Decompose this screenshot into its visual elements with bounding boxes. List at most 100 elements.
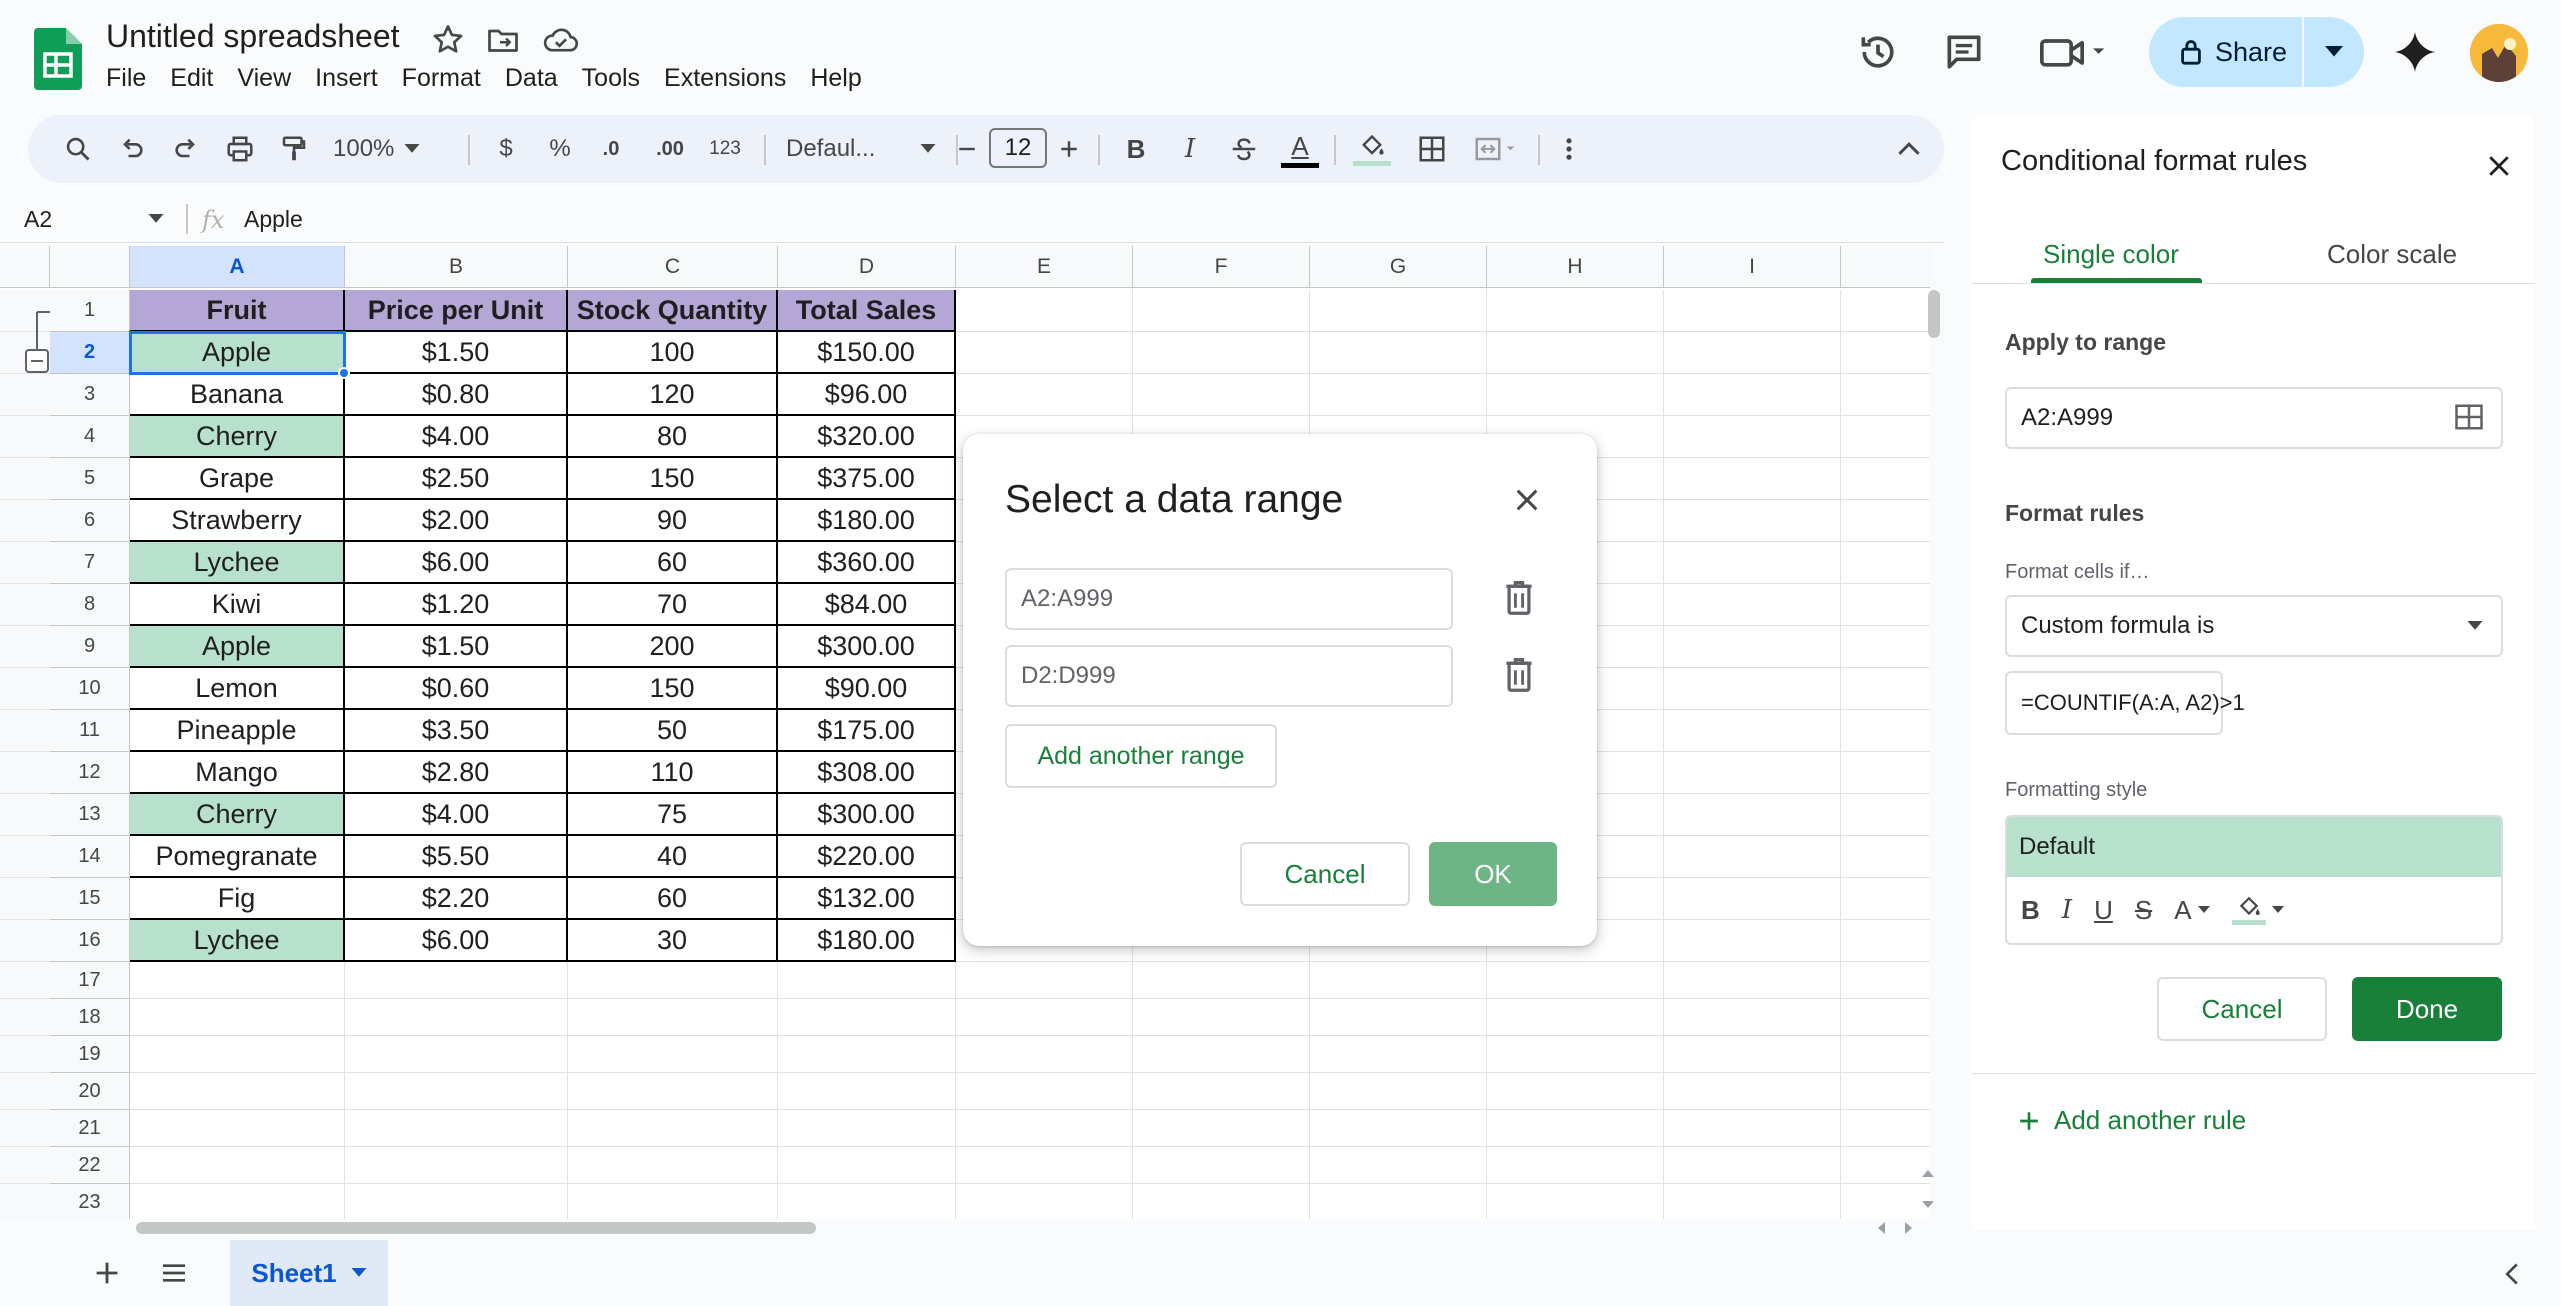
star-icon[interactable] <box>430 22 466 58</box>
dialog-cancel-button[interactable]: Cancel <box>1240 842 1410 906</box>
table-cell[interactable]: $320.00 <box>778 416 956 458</box>
table-cell[interactable]: Fig <box>130 878 345 920</box>
table-cell[interactable]: Strawberry <box>130 500 345 542</box>
panel-cancel-button[interactable]: Cancel <box>2157 977 2327 1041</box>
row-header-9[interactable]: 9 <box>50 626 130 668</box>
table-cell[interactable]: 80 <box>568 416 778 458</box>
table-cell[interactable]: $90.00 <box>778 668 956 710</box>
add-another-rule-button[interactable]: Add another rule <box>2018 1105 2246 1136</box>
row-header-22[interactable]: 22 <box>50 1147 130 1184</box>
range-input-2[interactable]: D2:D999 <box>1005 645 1453 707</box>
grid-cell[interactable] <box>1664 752 1841 794</box>
style-bold-button[interactable]: B <box>2021 895 2040 926</box>
menu-tools[interactable]: Tools <box>582 64 654 93</box>
gemini-sparkle-icon[interactable] <box>2393 30 2437 74</box>
table-cell[interactable]: $4.00 <box>345 794 568 836</box>
grid-cell[interactable] <box>345 1110 568 1147</box>
dialog-ok-button[interactable]: OK <box>1429 842 1557 906</box>
table-cell[interactable]: Pineapple <box>130 710 345 752</box>
table-cell[interactable]: $175.00 <box>778 710 956 752</box>
table-cell[interactable]: 60 <box>568 542 778 584</box>
more-formats-button[interactable]: 123 <box>700 127 750 171</box>
name-box[interactable]: A2 <box>24 206 52 233</box>
grid-cell[interactable] <box>1133 290 1310 332</box>
table-cell[interactable]: 50 <box>568 710 778 752</box>
row-header-2[interactable]: 2 <box>50 332 130 374</box>
grid-cell[interactable] <box>956 374 1133 416</box>
row-header-19[interactable]: 19 <box>50 1036 130 1073</box>
grid-cell[interactable] <box>568 999 778 1036</box>
table-cell[interactable]: $96.00 <box>778 374 956 416</box>
table-cell[interactable]: 150 <box>568 668 778 710</box>
grid-cell[interactable] <box>568 1036 778 1073</box>
increase-font-size-icon[interactable] <box>1052 127 1086 171</box>
row-header-14[interactable]: 14 <box>50 836 130 878</box>
grid-cell[interactable] <box>568 1184 778 1219</box>
table-cell[interactable]: Lemon <box>130 668 345 710</box>
grid-cell[interactable] <box>568 1073 778 1110</box>
grid-cell[interactable] <box>1664 710 1841 752</box>
custom-formula-input[interactable]: =COUNTIF(A:A, A2)>1 <box>2005 671 2245 735</box>
more-options-icon[interactable] <box>1552 127 1586 171</box>
grid-cell[interactable] <box>956 1147 1133 1184</box>
row-header-10[interactable]: 10 <box>50 668 130 710</box>
column-header-f[interactable]: F <box>1133 246 1310 288</box>
table-cell[interactable]: Mango <box>130 752 345 794</box>
grid-cell[interactable] <box>956 1036 1133 1073</box>
table-cell[interactable]: $180.00 <box>778 920 956 962</box>
grid-cell[interactable] <box>130 1073 345 1110</box>
row-header-16[interactable]: 16 <box>50 920 130 962</box>
menu-help[interactable]: Help <box>810 64 875 93</box>
grid-cell[interactable] <box>1487 999 1664 1036</box>
row-header-5[interactable]: 5 <box>50 458 130 500</box>
grid-cell[interactable] <box>345 1147 568 1184</box>
table-cell[interactable]: $5.50 <box>345 836 568 878</box>
grid-cell[interactable] <box>1487 962 1664 999</box>
table-cell[interactable]: $360.00 <box>778 542 956 584</box>
font-select[interactable]: Defaul... <box>776 127 946 171</box>
grid-cell[interactable] <box>956 290 1133 332</box>
table-cell[interactable]: $2.20 <box>345 878 568 920</box>
table-cell[interactable]: $0.80 <box>345 374 568 416</box>
table-cell[interactable]: $84.00 <box>778 584 956 626</box>
row-header-21[interactable]: 21 <box>50 1110 130 1147</box>
row-header-4[interactable]: 4 <box>50 416 130 458</box>
grid-cell[interactable] <box>1133 1110 1310 1147</box>
grid-cell[interactable] <box>1133 999 1310 1036</box>
decrease-decimal-button[interactable]: .0 <box>588 127 634 171</box>
fill-handle[interactable] <box>338 367 350 379</box>
scroll-left-icon[interactable] <box>1876 1222 1886 1234</box>
table-cell[interactable]: $4.00 <box>345 416 568 458</box>
grid-cell[interactable] <box>1664 999 1841 1036</box>
style-underline-button[interactable]: U <box>2094 895 2113 926</box>
style-italic-button[interactable]: I <box>2062 895 2072 925</box>
grid-cell[interactable] <box>1133 374 1310 416</box>
table-cell[interactable]: Banana <box>130 374 345 416</box>
table-cell[interactable]: Lychee <box>130 542 345 584</box>
grid-cell[interactable] <box>1310 1110 1487 1147</box>
grid-cell[interactable] <box>956 332 1133 374</box>
grid-cell[interactable] <box>1664 836 1841 878</box>
grid-cell[interactable] <box>130 1184 345 1219</box>
grid-cell[interactable] <box>1664 1073 1841 1110</box>
range-input-1[interactable]: A2:A999 <box>1005 568 1453 630</box>
grid-cell[interactable] <box>1487 1147 1664 1184</box>
row-header-7[interactable]: 7 <box>50 542 130 584</box>
grid-cell[interactable] <box>345 962 568 999</box>
expand-side-panel-icon[interactable] <box>2504 1262 2520 1286</box>
table-cell[interactable]: $3.50 <box>345 710 568 752</box>
column-header-a[interactable]: A <box>130 246 345 288</box>
format-percent-button[interactable]: % <box>542 127 578 171</box>
table-cell[interactable]: $375.00 <box>778 458 956 500</box>
column-header-g[interactable]: G <box>1310 246 1487 288</box>
menu-format[interactable]: Format <box>402 64 495 93</box>
grid-cell[interactable] <box>1310 1073 1487 1110</box>
grid-cell[interactable] <box>1664 458 1841 500</box>
table-cell[interactable]: Cherry <box>130 416 345 458</box>
menu-view[interactable]: View <box>237 64 305 93</box>
table-cell[interactable]: 70 <box>568 584 778 626</box>
row-header-15[interactable]: 15 <box>50 878 130 920</box>
sheet-tab-dropdown-icon[interactable] <box>351 1268 367 1278</box>
grid-cell[interactable] <box>345 1036 568 1073</box>
table-header-cell[interactable]: Stock Quantity <box>568 290 778 332</box>
